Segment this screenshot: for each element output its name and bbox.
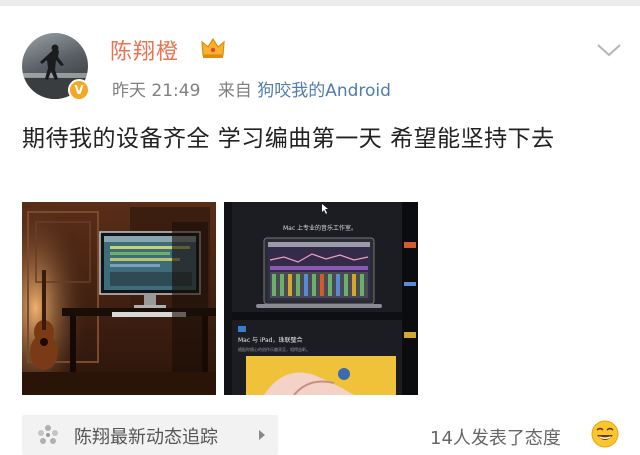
chevron-down-icon[interactable] [596, 42, 622, 58]
post-meta: 昨天 21:49 来自 狗咬我的Android [112, 76, 391, 101]
arrow-right-icon [259, 430, 265, 440]
screen-headline: Mac 上专业的音乐工作室。 [283, 224, 357, 232]
topic-icon [38, 425, 58, 444]
post-text: 期待我的设备齐全 学习编曲第一天 希望能坚持下去 [22, 126, 555, 152]
post-image-1[interactable] [22, 202, 216, 395]
verified-badge-icon: V [68, 79, 90, 101]
crown-icon[interactable] [200, 36, 226, 60]
topic-tag[interactable]: 陈翔最新动态追踪 [22, 415, 278, 455]
topic-label: 陈翔最新动态追踪 [74, 427, 218, 448]
post-source-link[interactable]: 狗咬我的Android [257, 81, 391, 101]
screen-subtitle: Mac 与 iPad，珠联璧合 [238, 336, 302, 344]
source-prefix: 来自 [217, 81, 252, 101]
post-time: 昨天 21:49 [112, 81, 201, 101]
top-divider [0, 0, 640, 6]
screen-caption: 随配你随心的创作乐趣双至，相得益彰。 [238, 346, 310, 352]
laughing-emoji-icon[interactable] [590, 419, 620, 449]
author-name[interactable]: 陈翔橙 [110, 34, 179, 66]
reactions-count[interactable]: 14人发表了态度 [430, 424, 561, 450]
post-image-2[interactable]: Mac 上专业的音乐工作室。 Mac 与 iPad，珠联璧合 随配你随心的创作乐… [224, 202, 418, 395]
